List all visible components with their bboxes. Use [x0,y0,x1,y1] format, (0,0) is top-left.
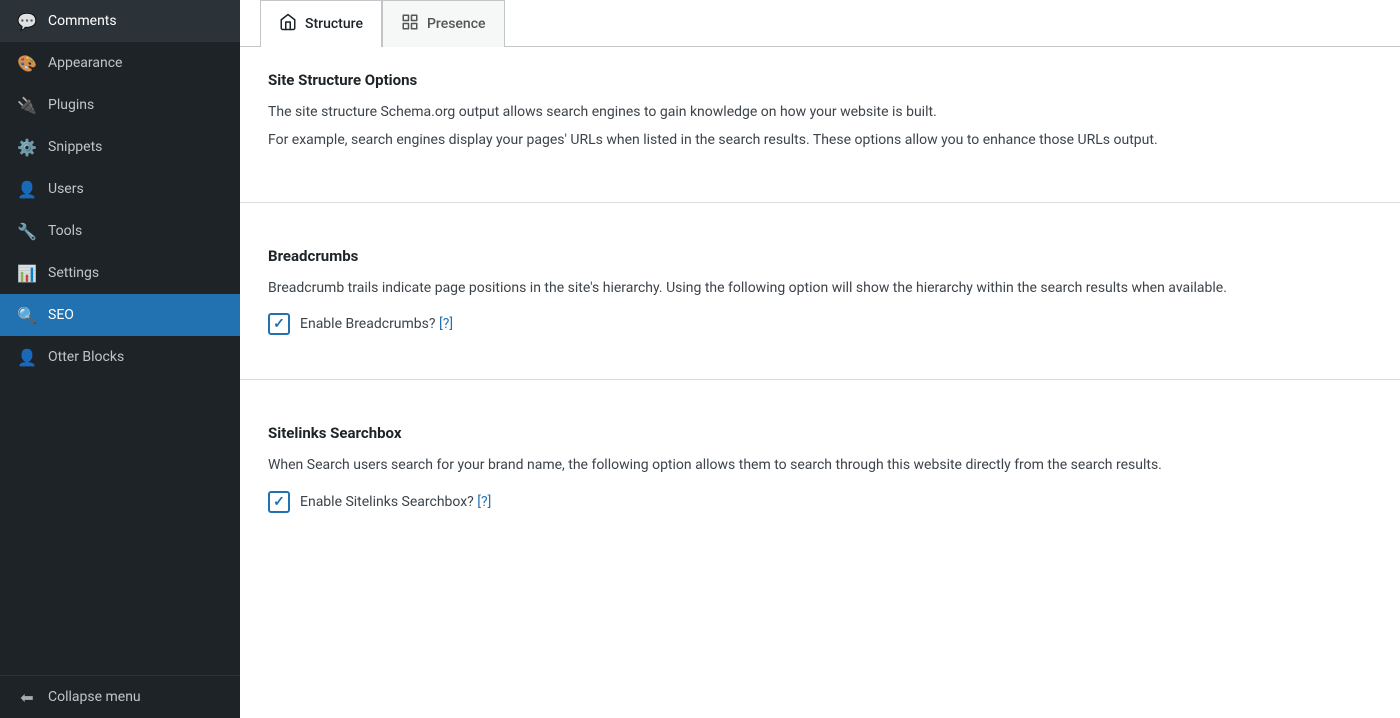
sidebar-item-comments[interactable]: 💬 Comments [0,0,240,42]
enable-breadcrumbs-checkbox[interactable]: ✓ [268,313,290,335]
sidebar: 💬 Comments 🎨 Appearance 🔌 Plugins ⚙️ Sni… [0,0,240,718]
content-area: Structure Presence Site Structure Option… [240,0,1400,718]
sidebar-item-otter-blocks[interactable]: 👤 Otter Blocks [0,336,240,378]
breadcrumbs-checkbox-row: ✓ Enable Breadcrumbs? [?] [268,313,1372,335]
users-icon: 👤 [16,178,38,200]
sidebar-item-label: Comments [48,13,117,29]
divider-2 [240,379,1400,380]
enable-sitelinks-checkbox[interactable]: ✓ [268,491,290,513]
appearance-icon: 🎨 [16,52,38,74]
otter-blocks-icon: 👤 [16,346,38,368]
sitelinks-desc: When Search users search for your brand … [268,454,1372,476]
site-structure-title: Site Structure Options [268,71,1372,89]
sitelinks-checkbox-row: ✓ Enable Sitelinks Searchbox? [?] [268,491,1372,513]
sitelinks-checkmark: ✓ [273,494,285,510]
plugins-icon: 🔌 [16,94,38,116]
comments-icon: 💬 [16,10,38,32]
snippets-icon: ⚙️ [16,136,38,158]
sidebar-item-appearance[interactable]: 🎨 Appearance [0,42,240,84]
breadcrumbs-desc: Breadcrumb trails indicate page position… [268,277,1372,299]
sidebar-item-plugins[interactable]: 🔌 Plugins [0,84,240,126]
main-content: Structure Presence Site Structure Option… [240,0,1400,718]
presence-tab-icon [401,13,419,35]
sidebar-item-label: Otter Blocks [48,349,124,365]
tab-presence[interactable]: Presence [382,0,505,47]
tab-structure[interactable]: Structure [260,0,382,47]
collapse-menu-button[interactable]: ⬅ Collapse menu [0,675,240,718]
breadcrumbs-title: Breadcrumbs [268,247,1372,265]
sidebar-item-label: SEO [48,307,74,323]
sidebar-item-settings[interactable]: 📊 Settings [0,252,240,294]
tab-structure-label: Structure [305,16,363,32]
sidebar-item-label: Snippets [48,139,102,155]
settings-icon: 📊 [16,262,38,284]
structure-tab-icon [279,13,297,35]
breadcrumbs-help-link[interactable]: [?] [439,316,453,332]
sidebar-item-label: Plugins [48,97,94,113]
divider-1 [240,202,1400,203]
sitelinks-help-link[interactable]: [?] [477,494,491,510]
site-structure-desc1: The site structure Schema.org output all… [268,101,1372,123]
site-structure-section: Site Structure Options The site structur… [240,47,1400,182]
breadcrumbs-label: Enable Breadcrumbs? [?] [300,316,453,332]
sitelinks-section: Sitelinks Searchbox When Search users se… [240,400,1400,536]
sidebar-item-label: Settings [48,265,99,281]
breadcrumbs-checkmark: ✓ [273,316,285,332]
collapse-icon: ⬅ [16,686,38,708]
sidebar-item-users[interactable]: 👤 Users [0,168,240,210]
sitelinks-title: Sitelinks Searchbox [268,424,1372,442]
sidebar-item-label: Tools [48,223,82,239]
sitelinks-label: Enable Sitelinks Searchbox? [?] [300,494,491,510]
sidebar-item-seo[interactable]: 🔍 SEO [0,294,240,336]
sidebar-item-snippets[interactable]: ⚙️ Snippets [0,126,240,168]
tab-presence-label: Presence [427,16,486,32]
sidebar-item-tools[interactable]: 🔧 Tools [0,210,240,252]
site-structure-desc2: For example, search engines display your… [268,129,1372,151]
tabs-bar: Structure Presence [240,0,1400,47]
sidebar-item-label: Users [48,181,84,197]
seo-icon: 🔍 [16,304,38,326]
tools-icon: 🔧 [16,220,38,242]
breadcrumbs-section: Breadcrumbs Breadcrumb trails indicate p… [240,223,1400,359]
collapse-menu-label: Collapse menu [48,689,141,705]
sidebar-item-label: Appearance [48,55,122,71]
